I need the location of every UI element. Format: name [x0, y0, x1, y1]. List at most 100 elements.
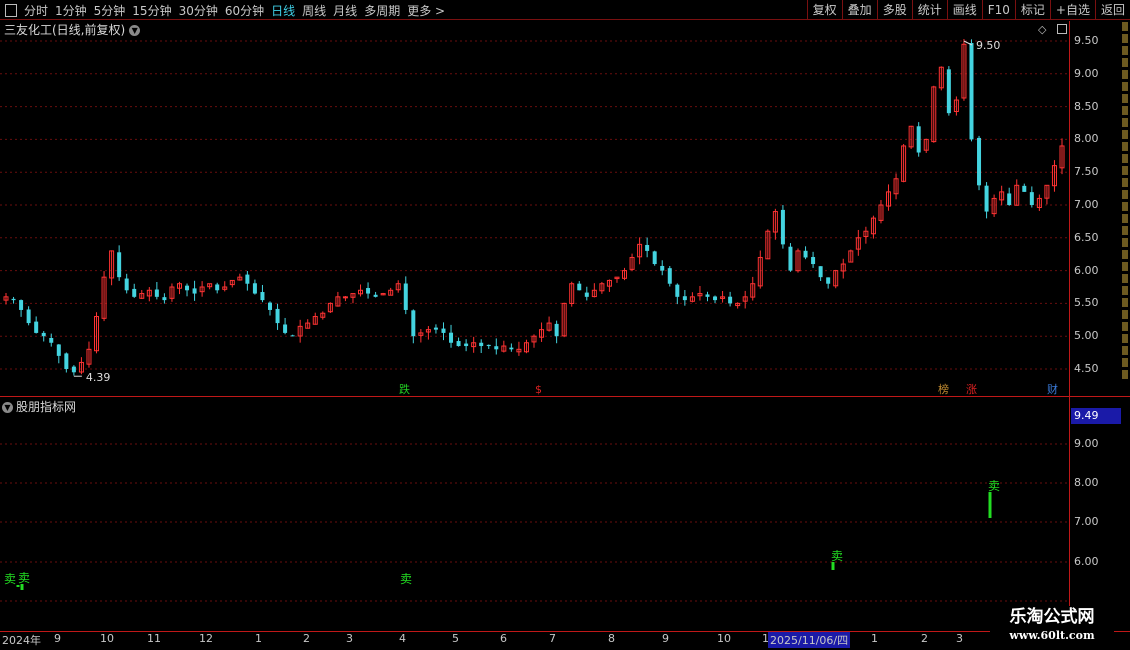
watermark-url: www.60lt.com	[1009, 629, 1095, 642]
candle-body	[577, 283, 582, 291]
price-tick-label: 4.50	[1074, 362, 1099, 375]
candle-body	[1007, 193, 1012, 205]
candle-body	[728, 296, 733, 304]
date-label: 2024年	[2, 634, 41, 647]
sell-signal: 卖	[18, 571, 30, 585]
price-tick-label: 7.50	[1074, 165, 1099, 179]
indicator-current-value: 9.49	[1071, 408, 1121, 424]
candle-body	[705, 294, 710, 297]
date-label: 1	[871, 632, 878, 645]
price-tick-label: 6.50	[1074, 230, 1099, 244]
date-label: 12	[199, 632, 213, 645]
event-tag: 榜	[938, 382, 949, 396]
price-tick-label: 8.50	[1074, 99, 1099, 113]
candle-body	[283, 324, 288, 333]
event-tag: 跌	[399, 382, 410, 396]
candle-body	[652, 251, 657, 265]
candle-body	[584, 292, 589, 297]
candle-body	[780, 209, 785, 245]
candle-body	[977, 137, 982, 186]
chevron-down-icon[interactable]: ▼	[2, 402, 13, 413]
candle-body	[946, 69, 951, 114]
date-label: 5	[452, 632, 459, 645]
low-marker: 4.39	[86, 371, 111, 384]
date-label: 8	[608, 632, 615, 645]
candle-body	[479, 342, 484, 347]
price-tick-label: 6.00	[1074, 263, 1099, 277]
indicator-tick-label: 9.00	[1074, 437, 1099, 450]
candle-body	[826, 277, 831, 284]
date-label: 3	[346, 632, 353, 645]
candle-body	[215, 284, 220, 291]
date-label: 9	[54, 632, 61, 645]
candle-body	[252, 283, 257, 294]
candle-body	[49, 337, 54, 343]
candle-body	[713, 296, 718, 301]
indicator-tick-label: 6.00	[1074, 555, 1099, 568]
panel-divider	[0, 396, 1070, 397]
candle-body	[56, 344, 61, 356]
date-label: 2	[303, 632, 310, 645]
candle-body	[811, 257, 816, 265]
price-tick-label: 9.00	[1074, 66, 1099, 80]
candle-body	[788, 246, 793, 271]
candle-body	[64, 353, 69, 369]
candle-body	[675, 284, 680, 297]
candle-body	[554, 323, 559, 337]
candle-body	[969, 43, 974, 140]
candle-body	[124, 278, 129, 291]
candle-body	[984, 185, 989, 212]
candle-body	[117, 252, 122, 278]
candle-body	[403, 283, 408, 310]
candle-body	[192, 288, 197, 294]
price-tick-label: 7.00	[1074, 198, 1099, 211]
candle-body	[682, 296, 687, 301]
date-label: 9	[662, 632, 669, 645]
candle-body	[342, 296, 348, 299]
date-axis: 2024年 9 10 11 12 1 2 3 4 5 6 7 8 9 10 1 2025/11/06/四 1 2 3	[0, 632, 1130, 650]
candle-body	[71, 366, 76, 373]
candle-body	[185, 285, 190, 291]
candle-body	[464, 343, 469, 347]
candle-body	[34, 321, 39, 333]
candle-body	[1029, 192, 1034, 205]
candle-body	[260, 292, 265, 301]
date-label: 10	[100, 632, 114, 645]
candle-body	[660, 265, 665, 271]
candle-body	[1022, 185, 1027, 192]
candle-body	[162, 297, 167, 301]
candle-body	[509, 347, 514, 350]
price-tick-label: 5.50	[1074, 296, 1099, 310]
price-tick-label: 5.00	[1074, 329, 1099, 343]
date-label: 2	[921, 632, 928, 645]
side-strip	[1122, 22, 1130, 394]
candle-body	[373, 294, 378, 297]
date-label: 10	[717, 632, 731, 645]
candle-body	[645, 244, 650, 251]
indicator-tick-label: 7.00	[1074, 515, 1099, 528]
candle-body	[275, 308, 280, 324]
event-tag: 财	[1047, 382, 1058, 396]
panel-divider-right	[1070, 396, 1130, 397]
price-chart[interactable]: 9.504.39跌 $ 榜涨财卖卖卖卖卖	[0, 0, 1130, 650]
candle-body	[803, 250, 808, 258]
watermark-title: 乐淘公式网	[1009, 607, 1095, 627]
candle-body	[245, 274, 250, 284]
event-tag: 涨	[966, 383, 977, 396]
candle-body	[456, 341, 461, 347]
price-axis-line	[1069, 21, 1070, 631]
indicator-title: ▼ 股朋指标网	[2, 398, 76, 415]
price-tick-label: 8.00	[1074, 132, 1099, 146]
candle-body	[41, 332, 46, 337]
candle-body	[366, 288, 371, 294]
candle-body	[486, 344, 491, 347]
candle-body	[19, 300, 24, 310]
date-label: 4	[399, 632, 406, 645]
sell-signal: 卖	[988, 479, 1000, 493]
candle-body	[411, 310, 416, 337]
candle-body	[433, 327, 438, 330]
sell-signal: 卖	[831, 549, 843, 563]
candle-body	[494, 346, 499, 350]
date-label: 7	[549, 632, 556, 645]
date-label: 6	[500, 632, 507, 645]
